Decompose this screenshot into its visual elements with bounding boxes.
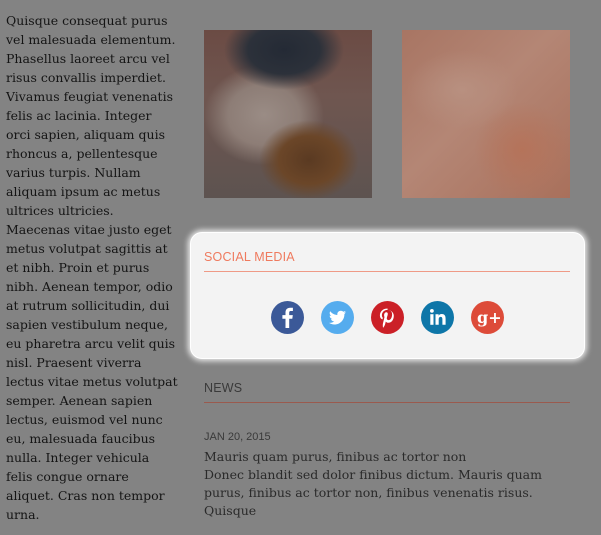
news-headline-link[interactable]: Mauris quam purus, finibus ac tortor non: [204, 448, 466, 466]
gallery-image-texture[interactable]: [402, 30, 570, 198]
twitter-icon[interactable]: [321, 301, 354, 334]
svg-text:g+: g+: [477, 308, 502, 327]
linkedin-icon[interactable]: [421, 301, 454, 334]
google-plus-icon[interactable]: g+: [471, 301, 504, 334]
social-icons-row: g+: [271, 301, 504, 334]
social-media-widget: SOCIAL MEDIA g+: [190, 232, 585, 359]
social-media-title: SOCIAL MEDIA: [204, 250, 295, 264]
news-title: NEWS: [204, 381, 243, 395]
news-date: JAN 20, 2015: [204, 431, 271, 443]
gallery-image-shoe[interactable]: [204, 30, 372, 198]
pinterest-icon[interactable]: [371, 301, 404, 334]
facebook-icon[interactable]: [271, 301, 304, 334]
news-divider: [204, 402, 570, 403]
news-excerpt: Donec blandit sed dolor finibus dictum. …: [204, 467, 542, 518]
article-text: Quisque consequat purus vel malesuada el…: [6, 13, 178, 522]
social-media-divider: [204, 271, 570, 272]
